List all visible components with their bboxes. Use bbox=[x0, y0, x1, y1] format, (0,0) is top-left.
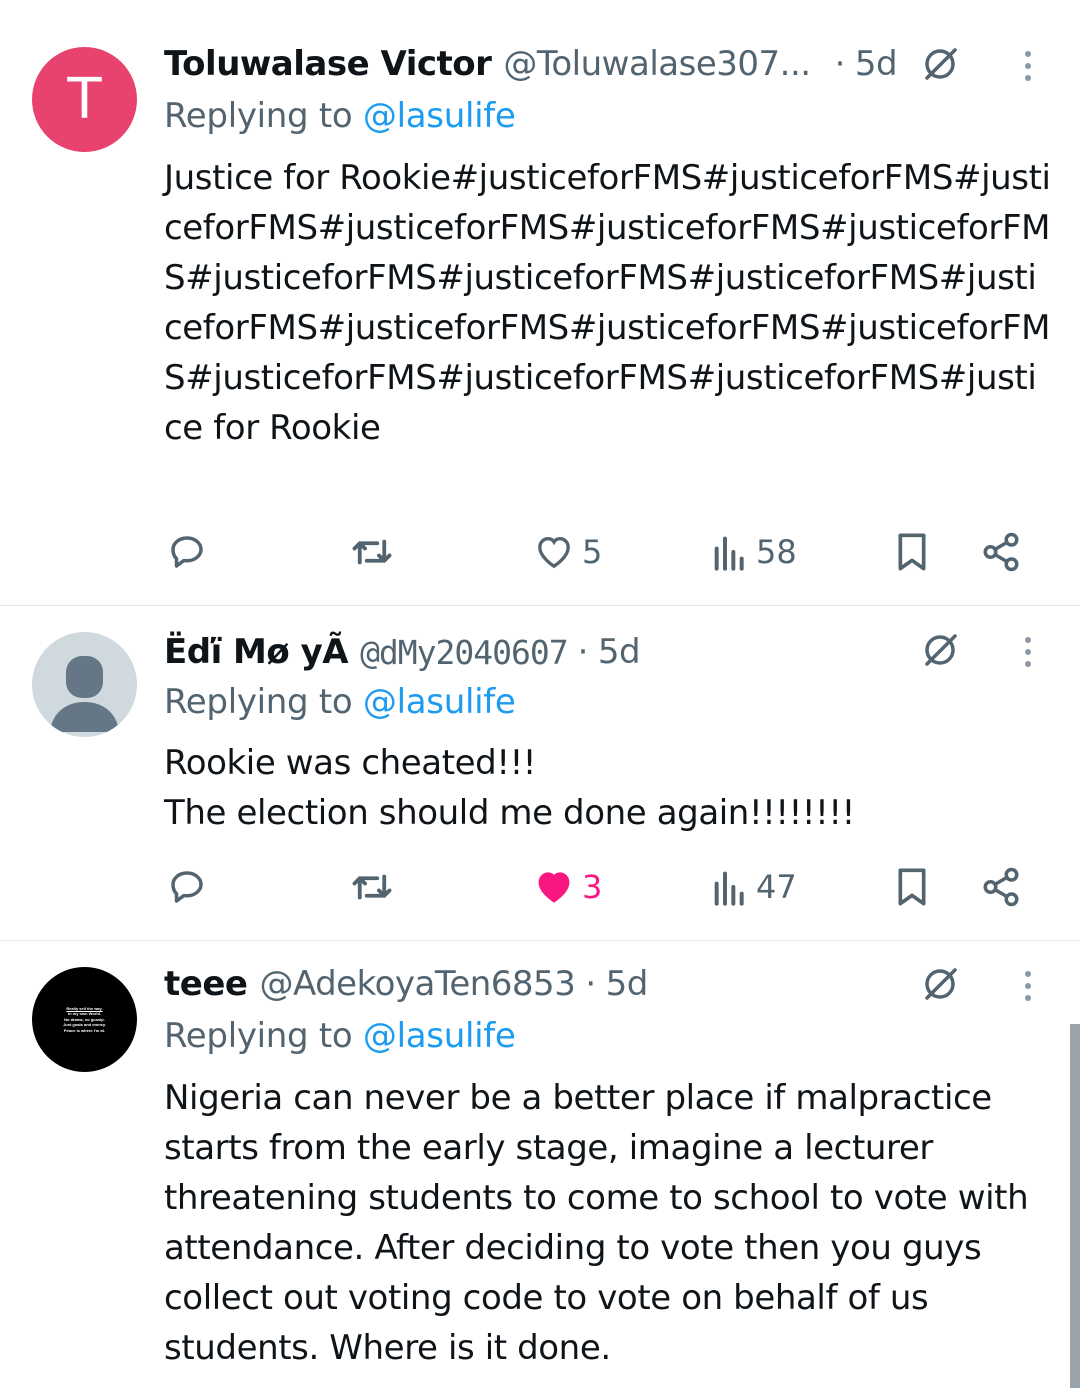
avatar-text-line: Peace is where I'm at. bbox=[63, 1027, 106, 1033]
default-avatar-icon bbox=[50, 656, 119, 732]
display-name[interactable]: teee bbox=[164, 964, 248, 1004]
handle[interactable]: @Toluwalase307... bbox=[503, 44, 810, 84]
view-count: 47 bbox=[756, 868, 797, 906]
timestamp[interactable]: 5d bbox=[598, 632, 641, 672]
tweet-3[interactable]: Really sell the way. In my own World. No… bbox=[0, 941, 1080, 1388]
retweet-icon bbox=[352, 539, 392, 565]
timestamp[interactable]: 5d bbox=[855, 44, 898, 84]
action-bar: 5 58 bbox=[0, 522, 1080, 582]
timestamp[interactable]: 5d bbox=[606, 964, 649, 1004]
separator: · bbox=[585, 964, 596, 1004]
tweet-2[interactable]: Ëďï Mø yÃ @dMy2040607 · 5d Replying to @… bbox=[0, 606, 1080, 940]
like-count: 5 bbox=[582, 533, 603, 571]
views-icon bbox=[714, 871, 744, 906]
tweet-text: Nigeria can never be a better place if m… bbox=[164, 1078, 1039, 1368]
mention-link[interactable]: @lasulife bbox=[363, 96, 516, 136]
avatar-letter: T bbox=[67, 67, 102, 132]
separator: · bbox=[834, 44, 846, 84]
reply-icon bbox=[171, 871, 203, 903]
more-icon[interactable] bbox=[1016, 44, 1040, 88]
more-icon[interactable] bbox=[1016, 964, 1040, 1008]
tweet-text: Rookie was cheated!!! The election shoul… bbox=[164, 743, 855, 833]
reply-icon bbox=[171, 536, 203, 568]
retweet-icon bbox=[352, 874, 392, 900]
display-name[interactable]: Toluwalase Victor bbox=[164, 44, 492, 84]
replying-prefix: Replying to bbox=[164, 96, 353, 136]
like-icon-filled bbox=[538, 872, 570, 903]
avatar[interactable]: T bbox=[32, 47, 137, 152]
tweet-1[interactable]: T Toluwalase Victor @Toluwalase307... · … bbox=[0, 0, 1080, 605]
bookmark-button[interactable] bbox=[892, 857, 932, 917]
replying-prefix: Replying to bbox=[164, 682, 353, 722]
more-icon[interactable] bbox=[1016, 630, 1040, 674]
replying-to: Replying to @lasulife bbox=[164, 1016, 516, 1056]
grok-icon[interactable] bbox=[918, 42, 962, 86]
bookmark-icon bbox=[898, 868, 926, 906]
avatar[interactable] bbox=[32, 632, 137, 737]
like-icon bbox=[538, 536, 570, 569]
mention-link[interactable]: @lasulife bbox=[363, 1016, 516, 1056]
reply-button[interactable] bbox=[166, 522, 208, 582]
views-button[interactable]: 58 bbox=[712, 522, 797, 582]
mention-link[interactable]: @lasulife bbox=[363, 682, 516, 722]
like-button[interactable]: 5 bbox=[534, 522, 602, 582]
replying-to: Replying to @lasulife bbox=[164, 682, 516, 722]
reply-button[interactable] bbox=[166, 857, 208, 917]
separator: · bbox=[577, 632, 589, 672]
grok-icon[interactable] bbox=[918, 628, 962, 672]
replying-to: Replying to @lasulife bbox=[164, 96, 516, 136]
like-count: 3 bbox=[582, 868, 603, 906]
grok-icon[interactable] bbox=[918, 962, 962, 1006]
share-icon bbox=[983, 867, 1019, 907]
share-button[interactable] bbox=[980, 857, 1022, 917]
display-name[interactable]: Ëďï Mø yÃ bbox=[164, 632, 349, 672]
retweet-button[interactable] bbox=[348, 522, 396, 582]
scrollbar[interactable] bbox=[1070, 1024, 1080, 1388]
handle[interactable]: @AdekoyaTen6853 bbox=[259, 964, 575, 1004]
tweet-text: Justice for Rookie#justiceforFMS#justice… bbox=[164, 158, 1051, 448]
replying-prefix: Replying to bbox=[164, 1016, 353, 1056]
handle[interactable]: @dMy2040607 bbox=[360, 633, 569, 672]
views-icon bbox=[714, 536, 744, 571]
retweet-button[interactable] bbox=[348, 857, 396, 917]
bookmark-button[interactable] bbox=[892, 522, 932, 582]
action-bar: 3 47 bbox=[0, 857, 1080, 917]
view-count: 58 bbox=[756, 533, 797, 571]
share-button[interactable] bbox=[980, 522, 1022, 582]
like-button[interactable]: 3 bbox=[534, 857, 602, 917]
avatar[interactable]: Really sell the way. In my own World. No… bbox=[32, 967, 137, 1072]
share-icon bbox=[983, 532, 1019, 572]
views-button[interactable]: 47 bbox=[712, 857, 797, 917]
bookmark-icon bbox=[898, 533, 926, 571]
